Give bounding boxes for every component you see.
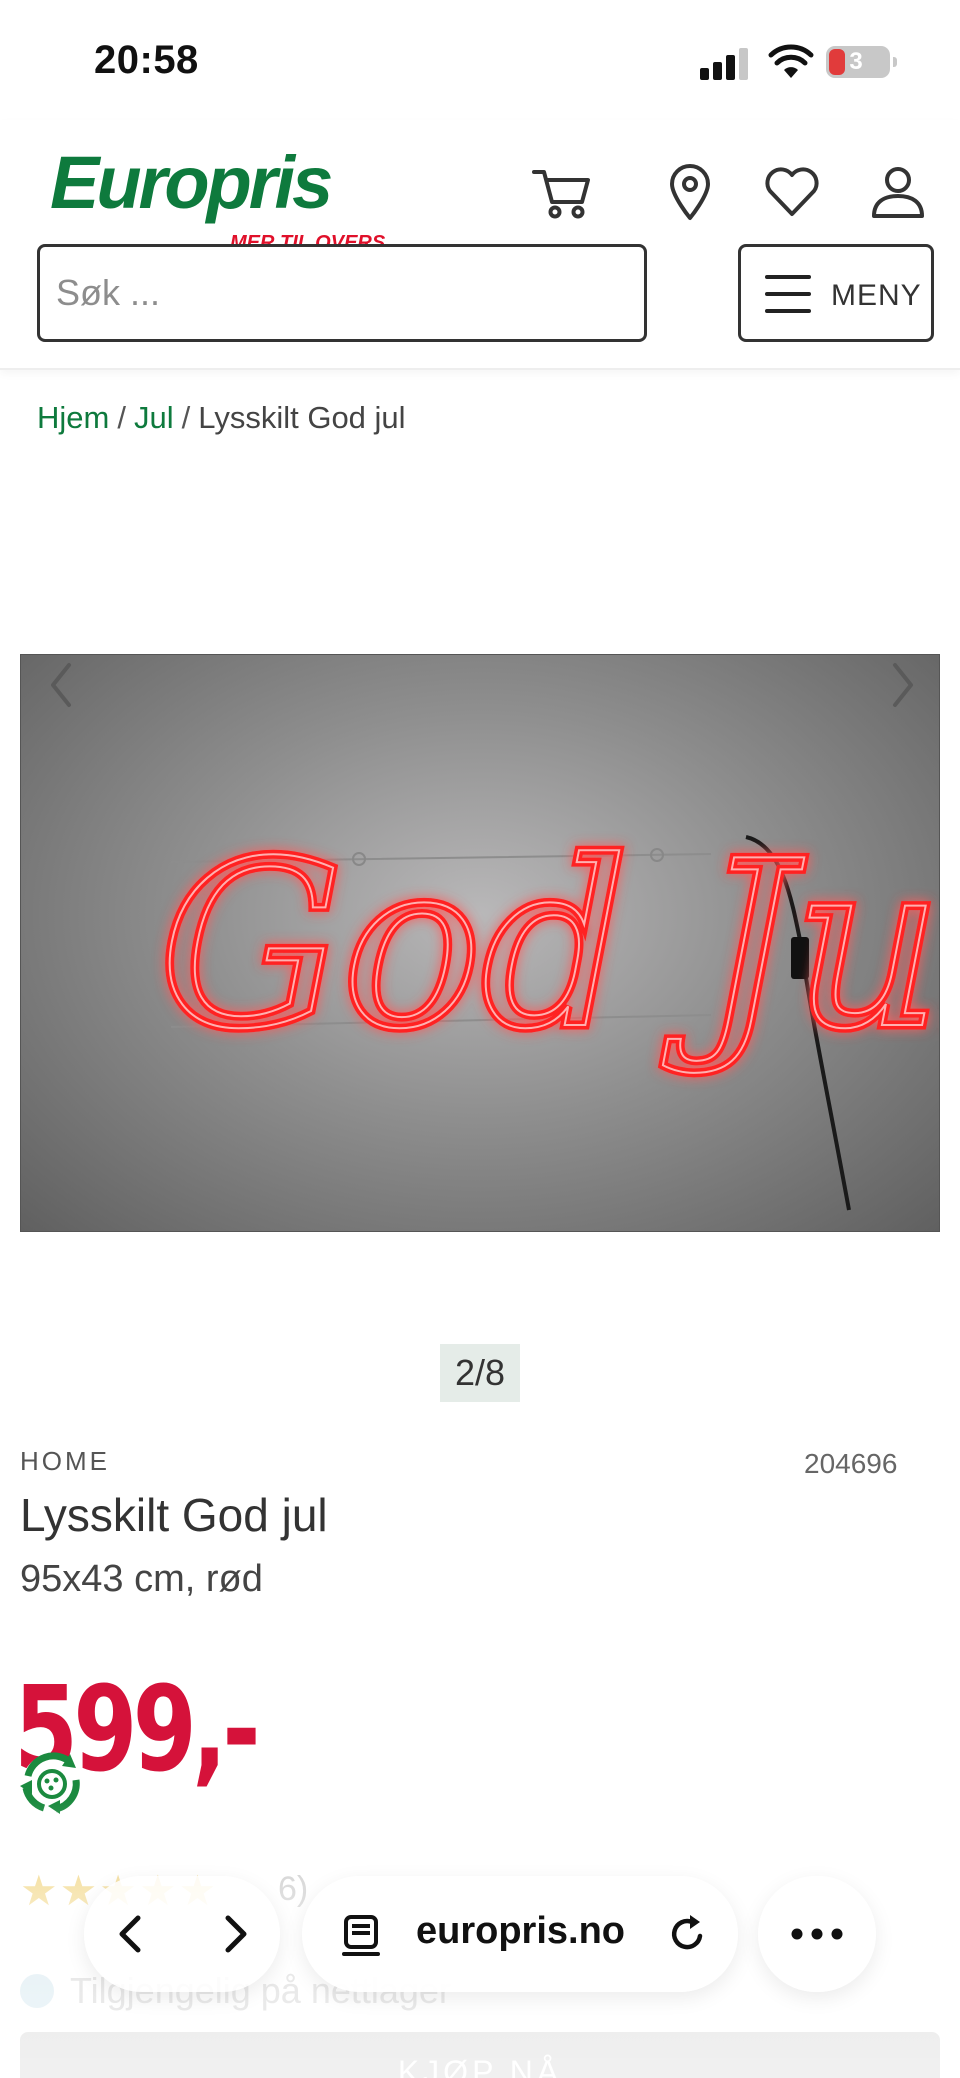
wifi-icon [768, 44, 814, 78]
more-options-button[interactable] [758, 1876, 876, 1992]
location-pin-icon[interactable] [658, 160, 722, 224]
menu-button[interactable]: MENY [738, 244, 934, 342]
breadcrumb-current: Lysskilt God jul [198, 400, 406, 435]
availability-dot [20, 1974, 54, 2008]
gallery-counter: 2/8 [440, 1344, 520, 1402]
product-title: Lysskilt God jul [20, 1489, 328, 1541]
browser-domain: europris.no [416, 1910, 626, 1952]
breadcrumb: Hjem / Jul / Lysskilt God jul [37, 400, 406, 436]
heart-icon[interactable] [760, 160, 824, 224]
battery-level: 3 [849, 48, 863, 75]
battery-icon: 3 [826, 46, 897, 78]
status-bar: 20:58 3 [0, 0, 960, 120]
status-time: 20:58 [94, 38, 199, 82]
cart-icon[interactable] [530, 160, 594, 224]
hamburger-icon [765, 275, 811, 313]
product-brand[interactable]: HOME [20, 1446, 110, 1477]
reload-icon[interactable] [666, 1912, 710, 1956]
breadcrumb-category[interactable]: Jul [134, 400, 174, 435]
browser-nav-pill [84, 1876, 280, 1992]
product-sku: 204696 [804, 1448, 898, 1479]
breadcrumb-home[interactable]: Hjem [37, 400, 109, 435]
search-input[interactable] [37, 244, 647, 342]
breadcrumb-separator: / [181, 400, 191, 435]
cellular-signal-icon [700, 46, 752, 80]
chevron-right-icon[interactable] [883, 655, 923, 715]
product-image-gallery[interactable]: God Jul God Jul [20, 654, 940, 1232]
logo-brand: Europris [50, 141, 333, 224]
europris-logo[interactable]: Europris MER TIL OVERS [50, 140, 385, 254]
tabs-page-icon[interactable] [338, 1912, 384, 1958]
ellipsis-icon [791, 1928, 843, 1940]
user-icon[interactable] [866, 160, 930, 224]
product-image: God Jul God Jul [155, 809, 940, 1211]
browser-address-bar[interactable]: europris.no [302, 1876, 738, 1992]
menu-label: MENY [831, 279, 922, 312]
breadcrumb-separator: / [117, 400, 126, 435]
reviews-count[interactable]: 6) [278, 1870, 308, 1909]
chevron-left-icon[interactable] [41, 655, 81, 715]
neon-sign-text: God Jul [159, 813, 940, 1080]
site-header: Europris MER TIL OVERS MENY [0, 120, 960, 370]
buy-button[interactable]: KJØP NÅ [20, 2032, 940, 2078]
product-subtitle: 95x43 cm, rød [20, 1558, 263, 1600]
recycle-eco-icon[interactable] [14, 1746, 90, 1822]
back-chevron-icon[interactable] [110, 1912, 154, 1956]
forward-chevron-icon[interactable] [212, 1912, 256, 1956]
